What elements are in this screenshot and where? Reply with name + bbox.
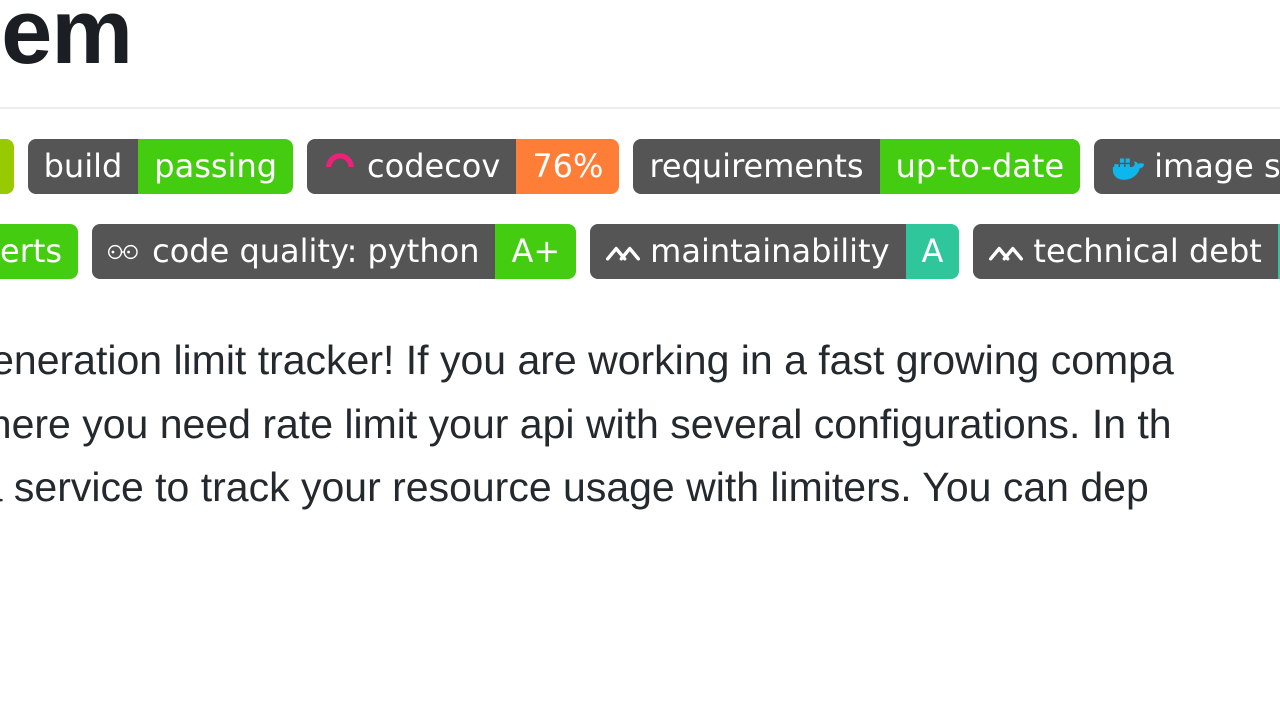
codecov-label: codecov (367, 139, 500, 194)
alerts-badge[interactable]: 0 alerts (0, 224, 78, 279)
codecov-badge[interactable]: codecov 76% (307, 139, 619, 194)
license-badge[interactable]: MIT (0, 139, 14, 194)
maintainability-left: maintainability (590, 224, 905, 279)
requirements-label: requirements (633, 139, 879, 194)
maintainability-value: A (906, 224, 960, 279)
image-size-label: image size (1154, 139, 1280, 194)
maintainability-label: maintainability (650, 224, 889, 279)
code-quality-left: code quality: python (92, 224, 495, 279)
build-badge[interactable]: build passing (28, 139, 293, 194)
build-value: passing (138, 139, 293, 194)
code-quality-label: code quality: python (152, 224, 479, 279)
codeclimate-icon (989, 235, 1023, 269)
codecov-icon (323, 150, 357, 184)
desc-line-1: xt generation limit tracker! If you are … (0, 337, 1174, 383)
lgtm-icon (108, 235, 142, 269)
readme-paragraph: xt generation limit tracker! If you are … (0, 329, 1280, 520)
codeclimate-icon (606, 235, 640, 269)
page-title: p'em (0, 0, 1280, 109)
desc-line-2: n where you need rate limit your api wit… (0, 401, 1172, 447)
maintainability-badge[interactable]: maintainability A (590, 224, 959, 279)
requirements-badge[interactable]: requirements up-to-date (633, 139, 1080, 194)
build-label: build (28, 139, 139, 194)
technical-debt-badge[interactable]: technical debt 0 (973, 224, 1280, 279)
code-quality-badge[interactable]: code quality: python A+ (92, 224, 576, 279)
docker-icon (1110, 150, 1144, 184)
license-value: MIT (0, 139, 14, 194)
alerts-value: 0 alerts (0, 224, 78, 279)
codecov-left: codecov (307, 139, 516, 194)
image-size-left: image size (1094, 139, 1280, 194)
requirements-value: up-to-date (880, 139, 1081, 194)
desc-line-3: as a service to track your resource usag… (0, 464, 1149, 510)
badge-row-1: MIT build passing codecov 76% requiremen… (0, 139, 1280, 194)
codecov-value: 76% (516, 139, 619, 194)
technical-debt-label: technical debt (1033, 224, 1261, 279)
code-quality-value: A+ (495, 224, 576, 279)
badge-row-2: 0 alerts code quality: python A+ maintai… (0, 224, 1280, 279)
image-size-badge[interactable]: image size 7 (1094, 139, 1280, 194)
technical-debt-left: technical debt (973, 224, 1277, 279)
